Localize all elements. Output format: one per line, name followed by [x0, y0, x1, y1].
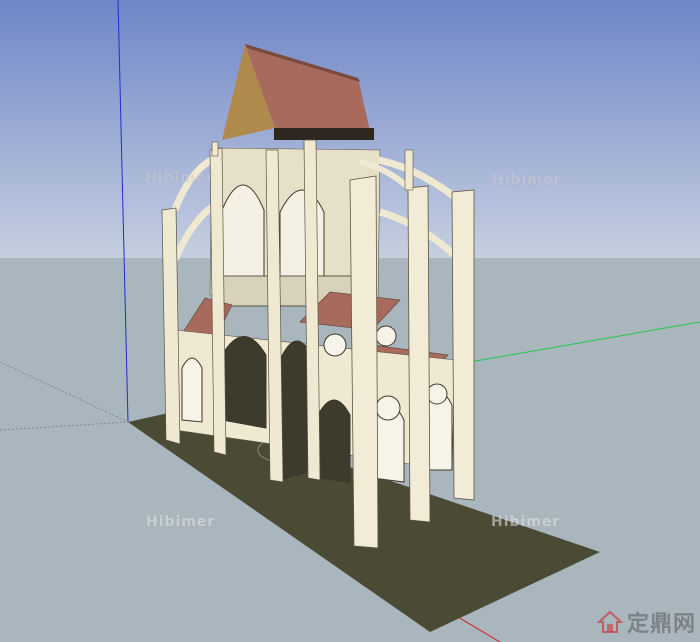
- arcade-arch-1: [181, 357, 203, 423]
- roof-cornice: [274, 128, 374, 140]
- pier-6: [451, 189, 475, 501]
- pier-4: [349, 175, 379, 549]
- sketchup-scene: Hibimer Hibimer Hibimer Hibimer 定鼎网: [0, 0, 700, 642]
- upper-window-left: [221, 184, 265, 281]
- arcade-arch-2: [221, 336, 267, 429]
- pinnacle-1: [404, 149, 414, 191]
- model-viewport[interactable]: [0, 0, 700, 642]
- pinnacle-2: [211, 141, 219, 157]
- rose-window-2: [426, 383, 448, 405]
- rose-window-4: [375, 325, 397, 347]
- arcade-arch-4: [317, 399, 351, 483]
- rose-window-1: [375, 395, 401, 421]
- rose-window-3: [323, 333, 347, 357]
- pier-5: [407, 185, 431, 523]
